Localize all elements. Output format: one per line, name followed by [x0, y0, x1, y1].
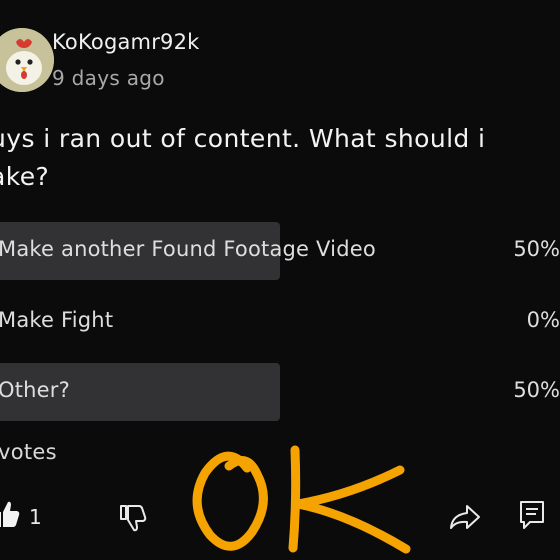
thumbs-down-icon[interactable]: [118, 502, 148, 536]
like-count: 1: [29, 505, 42, 529]
poll-option-1-percent: 50%: [513, 237, 560, 261]
thumbs-up-icon[interactable]: [0, 499, 20, 533]
poll-option-3[interactable]: Other?: [0, 363, 280, 421]
comment-icon[interactable]: [518, 499, 546, 535]
poll-option-1[interactable]: Make another Found Footage Video: [0, 222, 376, 280]
vote-count-label: votes: [0, 440, 57, 464]
poll-option-2-percent: 0%: [526, 308, 560, 332]
poll-option-label: Make Fight: [0, 308, 114, 332]
poll-option-3-percent: 50%: [513, 378, 560, 402]
handwritten-ok-overlay: [192, 445, 411, 554]
avatar[interactable]: [0, 28, 54, 92]
share-icon[interactable]: [448, 502, 482, 536]
post-text-line: uys i ran out of content. What should i …: [0, 124, 486, 191]
poll-option-label: Other?: [0, 378, 70, 402]
poll-option-label: Make another Found Footage Video: [0, 237, 376, 261]
chicken-avatar-image: [0, 28, 54, 92]
author-name[interactable]: KoKogamr92k: [52, 30, 200, 54]
vote-count: votes: [0, 440, 57, 464]
post-timestamp: 9 days ago: [52, 66, 165, 90]
post-text: uys i ran out of content. What should i …: [0, 120, 530, 196]
poll-option-2[interactable]: Make Fight: [0, 293, 280, 351]
